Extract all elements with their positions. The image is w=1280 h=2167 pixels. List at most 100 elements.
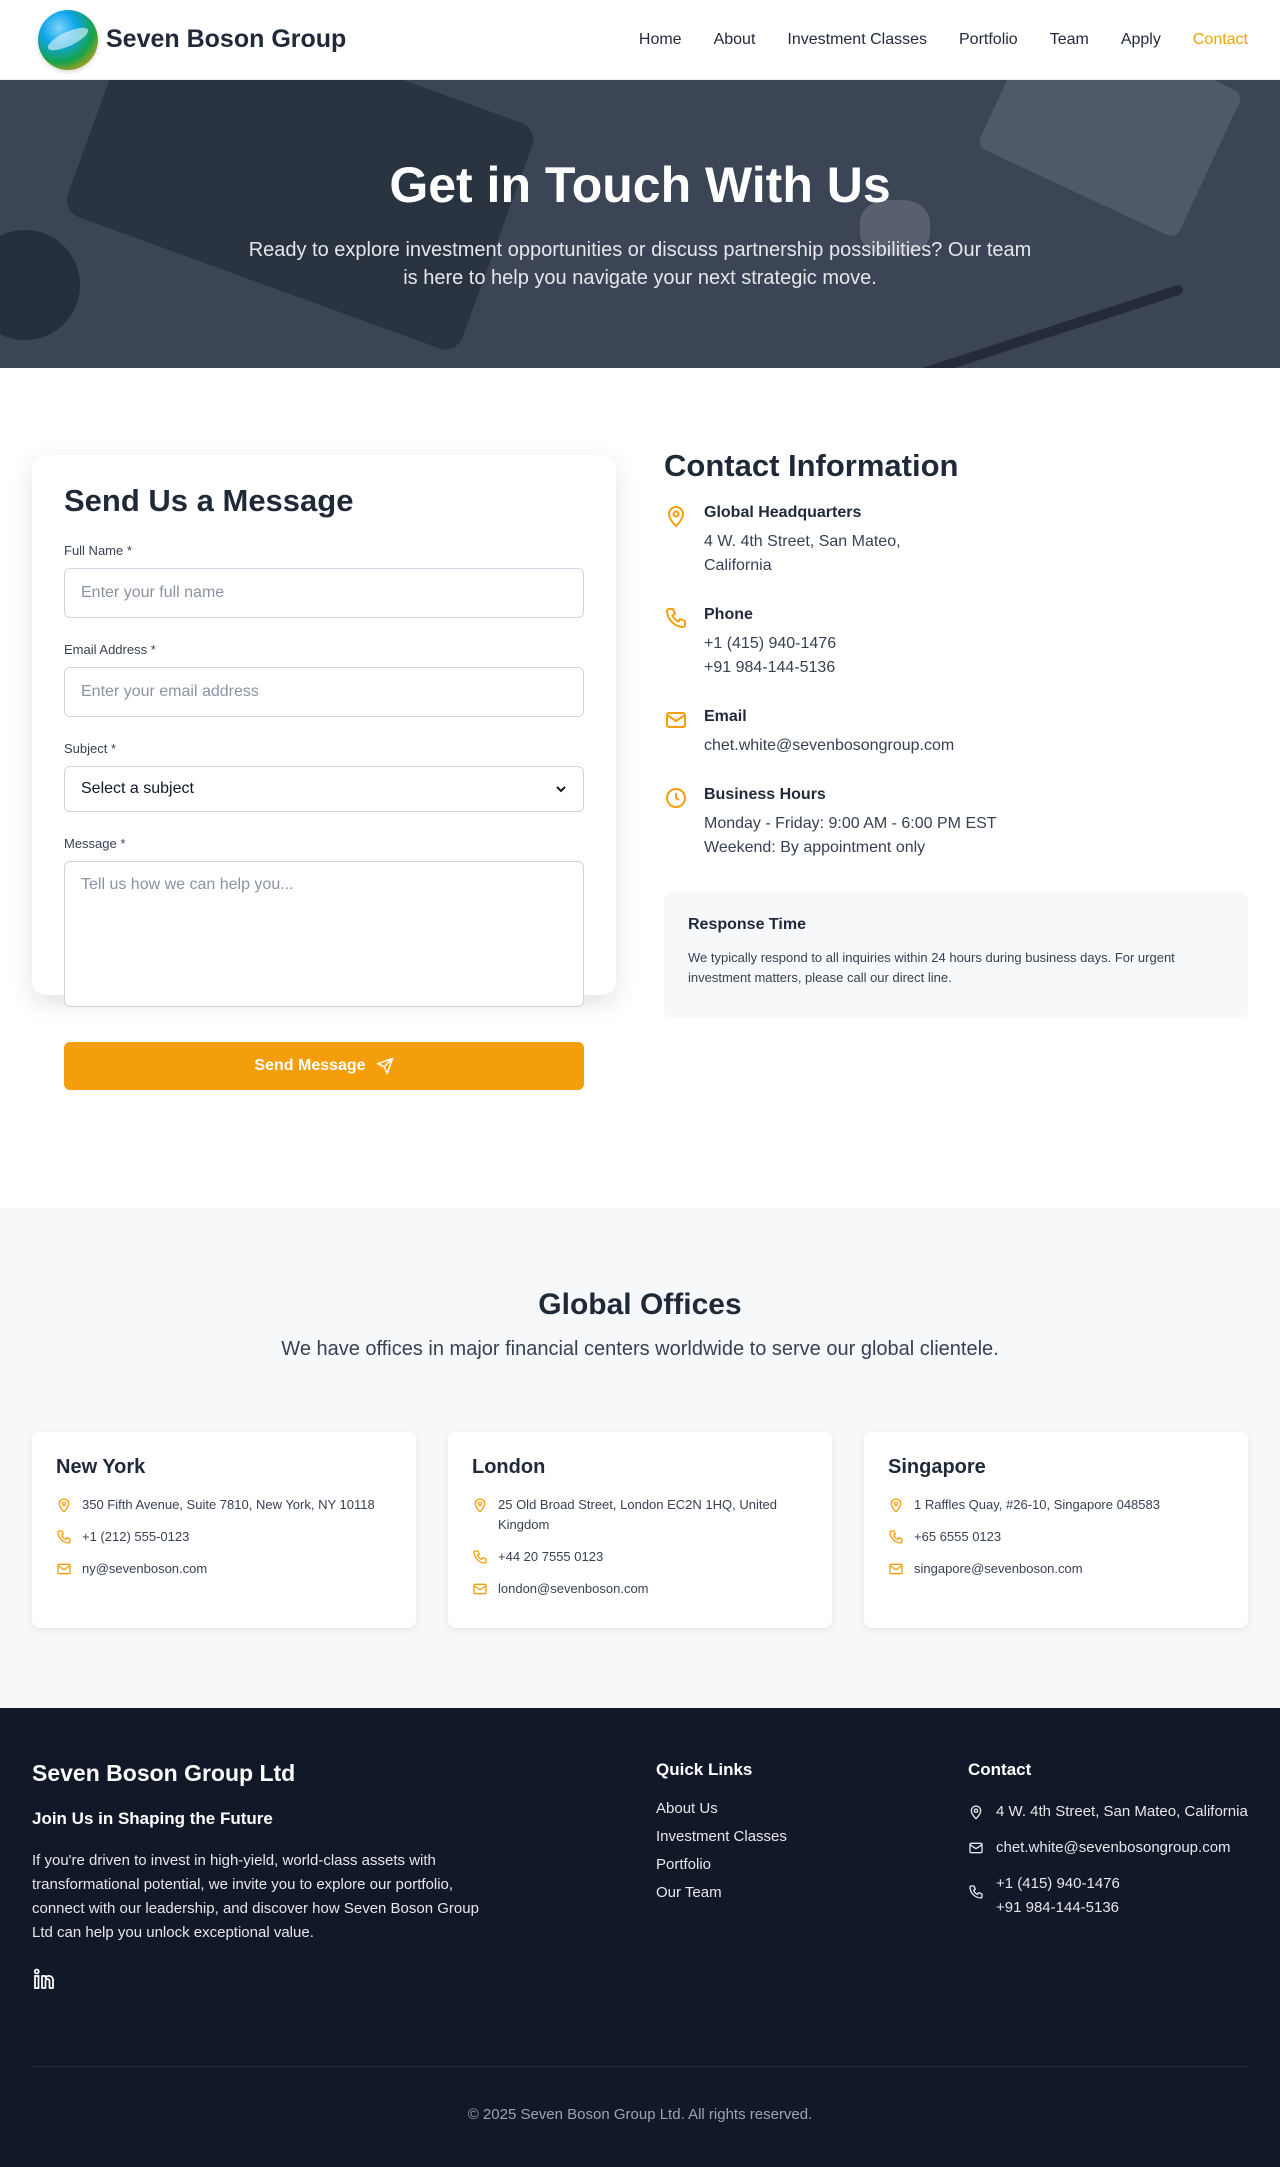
footer-link-investment-classes[interactable]: Investment Classes: [656, 1828, 787, 1845]
copyright: © 2025 Seven Boson Group Ltd. All rights…: [467, 2106, 813, 2123]
hero-background-device: [976, 80, 1244, 239]
map-pin-icon: [667, 506, 685, 528]
office-address: 350 Fifth Avenue, Suite 7810, New York, …: [56, 1495, 392, 1515]
office-card-singapore: Singapore 1 Raffles Quay, #26-10, Singap…: [864, 1432, 1248, 1628]
office-card-london: London 25 Old Broad Street, London EC2N …: [448, 1432, 832, 1628]
office-phone-text[interactable]: +1 (212) 555-0123: [82, 1527, 189, 1547]
email-label: Email Address *: [64, 642, 156, 657]
business-hours-title: Business Hours: [704, 786, 826, 803]
business-hours-item: Business Hours Monday - Friday: 9:00 AM …: [664, 786, 1248, 860]
headquarters-line2: California: [704, 557, 772, 574]
office-address-text: 25 Old Broad Street, London EC2N 1HQ, Un…: [498, 1497, 777, 1532]
response-time-text: We typically respond to all inquiries wi…: [688, 950, 1175, 985]
response-time-box: Response Time We typically respond to al…: [664, 892, 1248, 1018]
office-city: London: [472, 1456, 546, 1478]
full-name-input[interactable]: [64, 568, 584, 618]
message-form-card: Send Us a Message Full Name * Email Addr…: [32, 455, 616, 1090]
nav-home[interactable]: Home: [639, 31, 682, 49]
footer-phone-1[interactable]: +1 (415) 940-1476: [996, 1872, 1120, 1896]
phone-title: Phone: [704, 606, 753, 623]
footer-address-text: 4 W. 4th Street, San Mateo, California: [996, 1803, 1248, 1820]
form-title: Send Us a Message: [64, 483, 354, 518]
business-hours-weekday: Monday - Friday: 9:00 AM - 6:00 PM EST: [704, 815, 997, 832]
contact-section: Send Us a Message Full Name * Email Addr…: [0, 368, 1280, 1208]
office-email-text[interactable]: london@sevenboson.com: [498, 1579, 649, 1599]
headquarters-item: Global Headquarters 4 W. 4th Street, San…: [664, 504, 1248, 578]
main-menu: Home About Investment Classes Portfolio …: [639, 31, 1248, 49]
footer-social: [32, 1967, 492, 1996]
office-phone-text[interactable]: +44 20 7555 0123: [498, 1547, 603, 1567]
mail-icon: [969, 1842, 983, 1854]
brand[interactable]: Seven Boson Group: [38, 9, 347, 70]
nav-about[interactable]: About: [714, 31, 756, 49]
subject-select-value: Select a subject: [81, 780, 194, 797]
mail-icon: [889, 1563, 903, 1575]
office-phone-text[interactable]: +65 6555 0123: [914, 1527, 1001, 1547]
mail-icon: [473, 1583, 487, 1595]
map-pin-icon: [970, 1805, 982, 1820]
footer-phone: +1 (415) 940-1476 +91 984-144-5136: [968, 1872, 1258, 1920]
office-email-text[interactable]: ny@sevenboson.com: [82, 1559, 207, 1579]
offices-title: Global Offices: [538, 1288, 742, 1321]
response-time-title: Response Time: [688, 916, 806, 933]
office-city: New York: [56, 1456, 146, 1478]
email-input[interactable]: [64, 667, 584, 717]
nav-investment-classes[interactable]: Investment Classes: [787, 31, 927, 49]
phone-number-1[interactable]: +1 (415) 940-1476: [704, 632, 836, 656]
office-cards: New York 350 Fifth Avenue, Suite 7810, N…: [32, 1432, 1248, 1628]
hero-title: Get in Touch With Us: [389, 157, 891, 213]
footer-link-team[interactable]: Our Team: [656, 1884, 787, 1901]
office-address: 25 Old Broad Street, London EC2N 1HQ, Un…: [472, 1495, 808, 1535]
email-address[interactable]: chet.white@sevenbosongroup.com: [704, 734, 954, 758]
map-pin-icon: [890, 1498, 902, 1513]
hero-background-pen: [895, 283, 1185, 368]
office-phone: +44 20 7555 0123: [472, 1547, 808, 1567]
office-city: Singapore: [888, 1456, 986, 1478]
mail-icon: [666, 712, 686, 728]
message-label: Message *: [64, 836, 126, 851]
nav-apply[interactable]: Apply: [1121, 31, 1161, 49]
phone-number-2[interactable]: +91 984-144-5136: [704, 656, 836, 680]
phone-icon: [666, 608, 686, 628]
phone-icon: [969, 1885, 983, 1899]
phone-item: Phone +1 (415) 940-1476 +91 984-144-5136: [664, 606, 1248, 680]
mail-icon: [57, 1563, 71, 1575]
office-phone: +65 6555 0123: [888, 1527, 1224, 1547]
phone-icon: [473, 1550, 487, 1564]
office-card-new-york: New York 350 Fifth Avenue, Suite 7810, N…: [32, 1432, 416, 1628]
nav-portfolio[interactable]: Portfolio: [959, 31, 1018, 49]
office-email-text[interactable]: singapore@sevenboson.com: [914, 1559, 1083, 1579]
footer-divider: [32, 2066, 1248, 2067]
office-email: singapore@sevenboson.com: [888, 1559, 1224, 1579]
footer-email-text[interactable]: chet.white@sevenbosongroup.com: [996, 1836, 1231, 1860]
office-address: 1 Raffles Quay, #26-10, Singapore 048583: [888, 1495, 1224, 1515]
linkedin-icon[interactable]: [32, 1967, 56, 1991]
footer-contact: Contact 4 W. 4th Street, San Mateo, Cali…: [968, 1760, 1258, 1932]
subject-label: Subject *: [64, 741, 117, 756]
footer-link-portfolio[interactable]: Portfolio: [656, 1856, 787, 1873]
office-phone: +1 (212) 555-0123: [56, 1527, 392, 1547]
office-email: london@sevenboson.com: [472, 1579, 808, 1599]
message-textarea[interactable]: [64, 861, 584, 1007]
full-name-label: Full Name *: [64, 543, 132, 558]
send-message-button[interactable]: Send Message: [64, 1042, 584, 1090]
contact-info-title: Contact Information: [664, 448, 959, 483]
footer-quick-links: Quick Links About Us Investment Classes …: [656, 1760, 787, 1912]
nav-team[interactable]: Team: [1050, 31, 1089, 49]
headquarters-line1: 4 W. 4th Street, San Mateo,: [704, 533, 901, 550]
hero-background-laptop: [61, 80, 539, 355]
footer-phone-2[interactable]: +91 984-144-5136: [996, 1896, 1120, 1920]
email-item: Email chet.white@sevenbosongroup.com: [664, 708, 1248, 758]
clock-icon: [666, 788, 686, 808]
subject-select[interactable]: Select a subject: [64, 766, 584, 812]
send-icon: [376, 1057, 393, 1075]
brand-name: Seven Boson Group: [106, 25, 347, 53]
hero-subtitle: Ready to explore investment opportunitie…: [248, 239, 1032, 289]
phone-icon: [889, 1530, 903, 1544]
hero-background-plant: [0, 230, 80, 340]
nav-contact[interactable]: Contact: [1193, 31, 1248, 49]
footer-link-about[interactable]: About Us: [656, 1800, 787, 1817]
chevron-down-icon: [556, 786, 566, 793]
office-address-text: 1 Raffles Quay, #26-10, Singapore 048583: [914, 1497, 1160, 1512]
footer-description: If you're driven to invest in high-yield…: [32, 1852, 479, 1941]
